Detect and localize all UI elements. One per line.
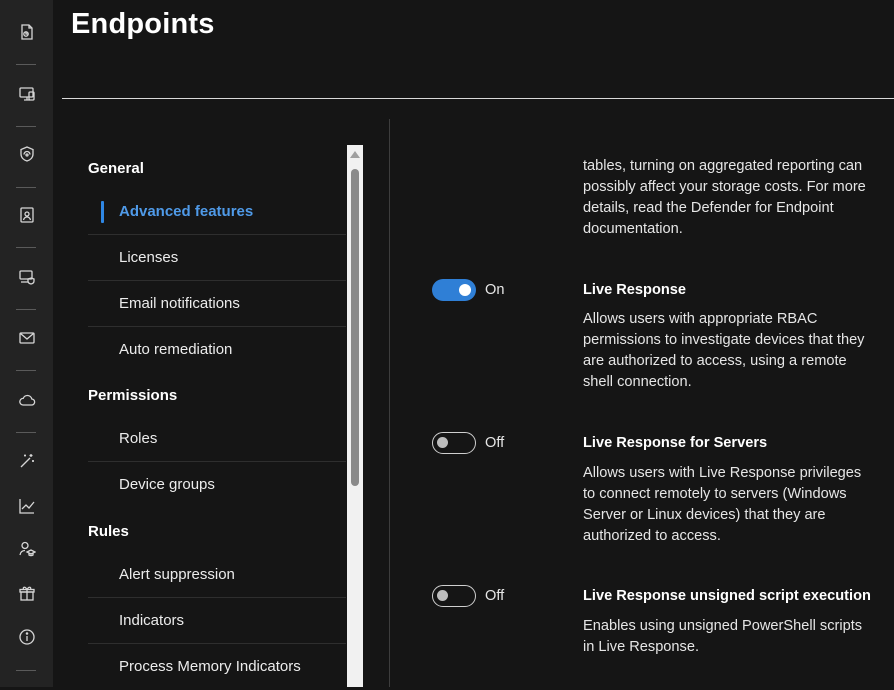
description-line: permissions to investigate devices that …	[583, 332, 865, 348]
nav-item-label: Auto remediation	[119, 341, 233, 358]
description-line: details, read the Defender for Endpoint	[583, 200, 834, 216]
feature-description: Allows users with appropriate RBAC permi…	[583, 309, 883, 393]
description-line: Allows users with Live Response privileg…	[583, 465, 862, 481]
nav-item-label: Licenses	[119, 249, 179, 266]
description-line: Server or Linux devices) that they are	[583, 507, 826, 523]
mail-icon[interactable]	[14, 325, 40, 351]
rail-separator	[16, 187, 36, 188]
rail-separator	[16, 670, 36, 671]
nav-item-label: Device groups	[119, 476, 215, 493]
info-icon[interactable]	[14, 624, 40, 650]
nav-heading-general: General	[88, 160, 144, 177]
nav-item-advanced-features[interactable]: Advanced features	[88, 189, 346, 235]
cloud-icon[interactable]	[14, 387, 40, 413]
nav-item-label: Process Memory Indicators	[119, 658, 301, 675]
description-line: authorized to access.	[583, 528, 721, 544]
nav-heading-permissions: Permissions	[88, 387, 178, 404]
wand-icon[interactable]	[14, 448, 40, 474]
reports-icon[interactable]	[14, 19, 40, 45]
toggle-knob	[437, 590, 448, 601]
rail-separator	[16, 432, 36, 433]
feature-title: Live Response	[583, 282, 687, 298]
nav-item-label: Roles	[119, 430, 158, 447]
nav-item-roles[interactable]: Roles	[88, 416, 346, 462]
top-description: tables, turning on aggregated reporting …	[583, 156, 883, 240]
toggle-knob	[459, 284, 471, 296]
nav-item-process-memory-indicators[interactable]: Process Memory Indicators	[88, 644, 346, 690]
nav-scrollbar[interactable]	[347, 145, 363, 687]
feature-title: Live Response unsigned script execution	[583, 588, 871, 604]
nav-item-label: Email notifications	[119, 295, 240, 312]
toggle-state-label: Off	[485, 435, 505, 451]
rail-separator	[16, 64, 36, 65]
live-response-toggle[interactable]	[432, 279, 476, 301]
nav-item-alert-suppression[interactable]: Alert suppression	[88, 552, 346, 598]
nav-item-indicators[interactable]: Indicators	[88, 598, 346, 644]
shield-icon[interactable]	[14, 141, 40, 167]
rail-separator	[16, 309, 36, 310]
live-response-servers-toggle[interactable]	[432, 432, 476, 454]
feature-description: Enables using unsigned PowerShell script…	[583, 616, 883, 658]
toggle-knob	[437, 437, 448, 448]
toggle-state-label: Off	[485, 588, 505, 604]
devices-icon[interactable]	[14, 81, 40, 107]
unsigned-script-toggle[interactable]	[432, 585, 476, 607]
description-line: shell connection.	[583, 374, 692, 390]
scrollbar-thumb[interactable]	[351, 169, 359, 486]
nav-item-label: Advanced features	[119, 203, 254, 220]
content-divider	[389, 119, 390, 687]
description-line: documentation.	[583, 221, 683, 237]
feature-title: Live Response for Servers	[583, 435, 768, 451]
rail-separator	[16, 247, 36, 248]
description-line: possibly affect your storage costs. For …	[583, 179, 866, 195]
nav-item-device-groups[interactable]: Device groups	[88, 462, 346, 508]
toggle-state-label: On	[485, 282, 505, 298]
nav-item-label: Indicators	[119, 612, 185, 629]
rail-separator	[16, 126, 36, 127]
description-line: Allows users with appropriate RBAC	[583, 311, 818, 327]
device-shield-icon[interactable]	[14, 264, 40, 290]
feature-description: Allows users with Live Response privileg…	[583, 463, 883, 547]
user-learning-icon[interactable]	[14, 536, 40, 562]
chart-icon[interactable]	[14, 493, 40, 519]
nav-heading-rules: Rules	[88, 523, 129, 540]
identity-card-icon[interactable]	[14, 202, 40, 228]
gift-icon[interactable]	[14, 580, 40, 606]
page-title: Endpoints	[71, 8, 215, 40]
nav-item-licenses[interactable]: Licenses	[88, 235, 346, 281]
description-line: to connect remotely to servers (Windows	[583, 486, 847, 502]
nav-item-email-notifications[interactable]: Email notifications	[88, 281, 346, 327]
nav-item-auto-remediation[interactable]: Auto remediation	[88, 327, 346, 373]
scroll-up-arrow-icon[interactable]	[350, 151, 360, 158]
description-line: Enables using unsigned PowerShell script…	[583, 618, 863, 634]
description-line: tables, turning on aggregated reporting …	[583, 158, 863, 174]
left-nav-rail	[0, 0, 53, 687]
description-line: are authorized to access, using a remote	[583, 353, 847, 369]
nav-item-label: Alert suppression	[119, 566, 235, 583]
description-line: in Live Response.	[583, 639, 700, 655]
rail-separator	[16, 370, 36, 371]
